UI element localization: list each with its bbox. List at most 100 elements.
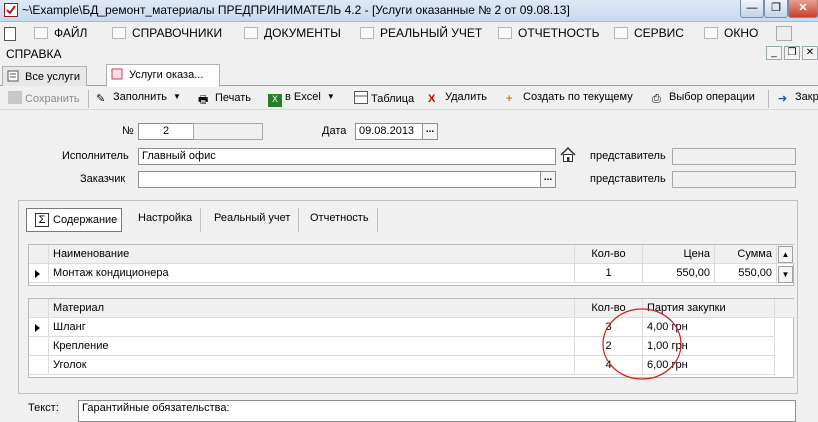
menu-references[interactable]: СПРАВОЧНИКИ <box>112 26 222 42</box>
document-tabs: Все услуги Услуги оказа... <box>0 64 818 87</box>
date-picker-button[interactable]: ... <box>422 123 438 140</box>
create-from-current-button[interactable]: + Создать по текущему <box>506 91 633 107</box>
tab-services-rendered[interactable]: Услуги оказа... <box>106 64 220 87</box>
save-button[interactable]: Сохранить <box>8 91 80 107</box>
house-icon[interactable] <box>559 146 577 164</box>
toolbar-separator <box>88 90 89 108</box>
mdi-close-button[interactable]: ✕ <box>802 46 818 60</box>
document-icon <box>111 68 123 80</box>
row-selector[interactable] <box>29 318 49 337</box>
representative-field-2 <box>672 171 796 188</box>
operation-icon: ⎙ <box>652 93 661 105</box>
text-label: Текст: <box>28 402 59 414</box>
cell-material[interactable]: Уголок <box>49 356 575 375</box>
select-operation-button[interactable]: ⎙ Выбор операции <box>652 91 755 107</box>
table-button[interactable]: Таблица <box>354 91 414 107</box>
tab-reporting[interactable]: Отчетность <box>302 208 378 232</box>
cell-qty[interactable]: 1 <box>575 264 643 283</box>
number-label: № <box>122 125 134 137</box>
excel-button[interactable]: Xв Excel ▼ <box>268 91 335 107</box>
dropdown-arrow-icon[interactable]: ▼ <box>173 92 181 101</box>
cell-material[interactable]: Крепление <box>49 337 575 356</box>
representative-label-1: представитель <box>590 150 666 162</box>
scroll-down-button[interactable]: ▼ <box>778 266 793 283</box>
menu-bar-secondary: СПРАВКА <box>0 45 818 63</box>
services-grid: Наименование Кол-во Цена Сумма Монтаж ко… <box>28 244 795 286</box>
menu-service[interactable]: СЕРВИС <box>614 26 684 42</box>
sigma-icon: Σ <box>35 213 49 227</box>
column-sum-header: Сумма <box>715 245 777 264</box>
annotation-circle <box>602 308 682 380</box>
customer-select-button[interactable]: ... <box>540 171 556 188</box>
window-close-button[interactable]: ✕ <box>788 0 818 18</box>
window-restore-button[interactable]: ❐ <box>764 0 788 18</box>
floppy-icon <box>8 91 22 104</box>
toolbar-options-icon[interactable] <box>776 26 792 41</box>
row-selector-header <box>29 245 49 264</box>
menu-file[interactable]: ФАЙЛ <box>34 26 87 42</box>
menu-bar: ФАЙЛ СПРАВОЧНИКИ ДОКУМЕНТЫ РЕАЛЬНЫЙ УЧЕТ… <box>0 23 818 45</box>
menu-window[interactable]: ОКНО <box>704 26 758 42</box>
print-button[interactable]: 🖶 Печать <box>198 91 251 107</box>
document-menu-icon[interactable] <box>4 27 16 41</box>
list-icon <box>7 70 19 82</box>
exit-arrow-icon: ➜ <box>778 93 788 105</box>
title-bar: ~\Example\БД_ремонт_материалы ПРЕДПРИНИМ… <box>0 0 818 22</box>
tab-settings[interactable]: Настройка <box>130 208 202 232</box>
table-row[interactable]: Монтаж кондиционера 1 550,00 550,00 <box>29 264 777 283</box>
pencil-icon: ✎ <box>96 93 106 105</box>
service-icon <box>614 27 628 39</box>
row-selector-header <box>29 299 49 318</box>
ledger-icon <box>360 27 374 39</box>
tab-content[interactable]: Σ Содержание <box>26 208 122 232</box>
tab-real-accounting[interactable]: Реальный учет <box>206 208 300 232</box>
menu-documents[interactable]: ДОКУМЕНТЫ <box>244 26 341 42</box>
menu-help[interactable]: СПРАВКА <box>6 47 62 61</box>
plus-icon: + <box>506 93 513 105</box>
cell-price[interactable]: 550,00 <box>643 264 715 283</box>
fill-button[interactable]: ✎ Заполнить ▼ <box>96 91 181 107</box>
house-icon <box>112 27 126 39</box>
document-icon <box>244 27 258 39</box>
cell-material[interactable]: Шланг <box>49 318 575 337</box>
printer-icon: 🖶 <box>198 94 209 106</box>
date-field[interactable]: 09.08.2013 <box>355 123 423 140</box>
cell-sum[interactable]: 550,00 <box>715 264 777 283</box>
mdi-restore-button[interactable]: ❐ <box>784 46 800 60</box>
report-icon <box>498 27 512 39</box>
cell-name[interactable]: Монтаж кондиционера <box>49 264 575 283</box>
delete-button[interactable]: X Удалить <box>428 91 487 107</box>
menu-real-accounting[interactable]: РЕАЛЬНЫЙ УЧЕТ <box>360 26 482 42</box>
row-selector[interactable] <box>29 337 49 356</box>
toolbar-separator <box>768 90 769 108</box>
representative-label-2: представитель <box>590 173 666 185</box>
current-row-marker-icon <box>35 324 40 332</box>
tab-all-services[interactable]: Все услуги <box>2 66 87 86</box>
column-qty-header: Кол-во <box>575 245 643 264</box>
dropdown-arrow-icon[interactable]: ▼ <box>327 92 335 101</box>
current-row-marker-icon <box>35 270 40 278</box>
number-extra-field <box>193 123 263 140</box>
delete-x-icon: X <box>428 93 436 105</box>
text-field[interactable]: Гарантийные обязательства: <box>78 400 796 422</box>
customer-label: Заказчик <box>80 173 126 185</box>
services-header-row: Наименование Кол-во Цена Сумма <box>29 245 795 264</box>
close-document-button[interactable]: ➜ Закр <box>778 91 818 107</box>
menu-reports[interactable]: ОТЧЕТНОСТЬ <box>498 26 599 42</box>
customer-field[interactable] <box>138 171 541 188</box>
window-icon <box>704 27 718 39</box>
date-label: Дата <box>322 125 347 137</box>
mdi-minimize-button[interactable]: _ <box>766 46 782 60</box>
app-checkmark-icon <box>4 3 18 17</box>
column-price-header: Цена <box>643 245 715 264</box>
scroll-up-button[interactable]: ▲ <box>778 246 793 263</box>
number-field[interactable]: 2 <box>138 123 194 140</box>
executor-field[interactable]: Главный офис <box>138 148 556 165</box>
row-selector[interactable] <box>29 356 49 375</box>
folder-icon <box>34 27 48 39</box>
toolbar: Сохранить ✎ Заполнить ▼ 🖶 Печать Xв Excel ▼ … <box>0 88 818 110</box>
column-material-header: Материал <box>49 299 575 318</box>
window-minimize-button[interactable]: — <box>740 0 764 18</box>
row-selector[interactable] <box>29 264 49 283</box>
window-title: ~\Example\БД_ремонт_материалы ПРЕДПРИНИМ… <box>22 3 570 17</box>
